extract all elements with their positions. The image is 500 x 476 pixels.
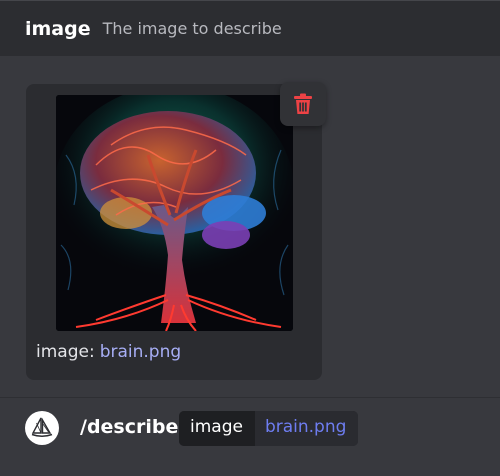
caption-label: image:	[36, 342, 95, 362]
option-key: image	[179, 411, 255, 446]
option-value: brain.png	[254, 411, 359, 446]
option-header: image The image to describe	[0, 0, 500, 56]
trash-icon	[294, 93, 312, 114]
attachment-caption: image: brain.png	[36, 342, 181, 362]
attached-image[interactable]	[56, 95, 293, 331]
sailboat-icon	[31, 417, 53, 438]
option-name: image	[25, 17, 91, 40]
avatar[interactable]	[25, 411, 59, 445]
brain-tree-image	[56, 95, 293, 331]
slash-command[interactable]: /describe	[80, 416, 178, 438]
delete-attachment-button[interactable]	[280, 82, 326, 126]
option-description: The image to describe	[102, 19, 282, 38]
attachment-card: image: brain.png	[26, 82, 326, 380]
command-option-pill[interactable]: image brain.png	[179, 411, 359, 446]
divider	[0, 397, 500, 398]
attachment-filename[interactable]: brain.png	[100, 342, 181, 362]
